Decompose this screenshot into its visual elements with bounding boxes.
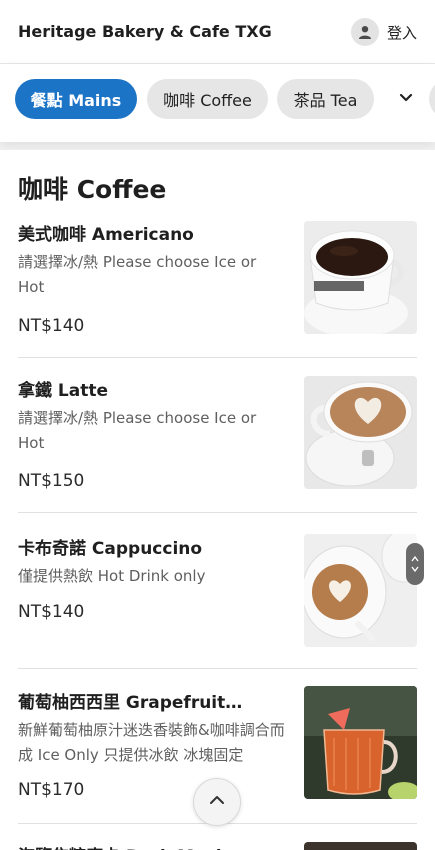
scroll-handle[interactable] bbox=[406, 543, 424, 585]
item-description: 請選擇冰/熱 Please choose Ice or Hot bbox=[18, 253, 257, 296]
app-header: Heritage Bakery & Cafe TXG 登入 bbox=[0, 0, 435, 64]
menu-item[interactable]: 卡布奇諾 Cappuccino 僅提供熱飲 Hot Drink only NT$… bbox=[18, 534, 417, 650]
item-divider bbox=[18, 668, 417, 669]
item-description: 僅提供熱飲 Hot Drink only bbox=[18, 567, 206, 585]
tab-overflow-hint bbox=[429, 79, 435, 119]
store-title[interactable]: Heritage Bakery & Cafe TXG bbox=[18, 22, 272, 41]
login-label: 登入 bbox=[386, 23, 417, 42]
mocha-image[interactable] bbox=[304, 842, 417, 850]
menu-item[interactable]: 海鹽焦糖摩卡 Dark Mocha bbox=[18, 842, 417, 850]
item-name: 海鹽焦糖摩卡 Dark Mocha bbox=[18, 842, 286, 850]
login-button[interactable]: 登入 bbox=[350, 18, 417, 46]
item-price: NT$140 bbox=[18, 602, 85, 622]
item-divider bbox=[18, 512, 417, 513]
menu-item[interactable]: 美式咖啡 Americano 請選擇冰/熱 Please choose Ice … bbox=[18, 220, 417, 336]
menu-item[interactable]: 拿鐵 Latte 請選擇冰/熱 Please choose Ice or Hot… bbox=[18, 376, 417, 492]
item-divider bbox=[18, 357, 417, 358]
chevron-down-icon bbox=[398, 89, 414, 109]
more-categories-button[interactable] bbox=[383, 79, 429, 119]
latte-image[interactable] bbox=[304, 376, 417, 489]
item-name: 美式咖啡 Americano bbox=[18, 225, 194, 245]
chevron-down-icon bbox=[411, 566, 419, 573]
grapefruit-coffee-image[interactable] bbox=[304, 686, 417, 799]
item-name: 卡布奇諾 Cappuccino bbox=[18, 539, 203, 559]
back-to-top-button[interactable] bbox=[193, 778, 241, 826]
chevron-up-icon bbox=[208, 791, 226, 813]
section-title: 咖啡 Coffee bbox=[18, 175, 167, 204]
tab-mains[interactable]: 餐點 Mains bbox=[15, 79, 137, 119]
item-description: 請選擇冰/熱 Please choose Ice or Hot bbox=[18, 409, 257, 452]
item-price: NT$140 bbox=[18, 316, 85, 336]
item-price: NT$170 bbox=[18, 780, 85, 800]
item-name: 葡萄柚西西里 Grapefruit… bbox=[18, 693, 243, 713]
tab-coffee[interactable]: 咖啡 Coffee bbox=[147, 79, 268, 119]
item-name: 拿鐵 Latte bbox=[18, 381, 109, 401]
item-price: NT$150 bbox=[18, 471, 85, 491]
user-icon bbox=[350, 18, 379, 46]
category-tabs: 餐點 Mains 咖啡 Coffee 茶品 Tea bbox=[0, 64, 435, 142]
tab-tea[interactable]: 茶品 Tea bbox=[277, 79, 374, 119]
cappuccino-image[interactable] bbox=[304, 534, 417, 647]
americano-image[interactable] bbox=[304, 221, 417, 334]
menu-content: 咖啡 Coffee 美式咖啡 Americano 請選擇冰/熱 Please c… bbox=[0, 150, 435, 850]
item-description: 新鮮葡萄柚原汁迷迭香裝飾&咖啡調合而成 Ice Only 只提供冰飲 冰塊固定 bbox=[18, 721, 285, 764]
chevron-up-icon bbox=[411, 555, 419, 562]
